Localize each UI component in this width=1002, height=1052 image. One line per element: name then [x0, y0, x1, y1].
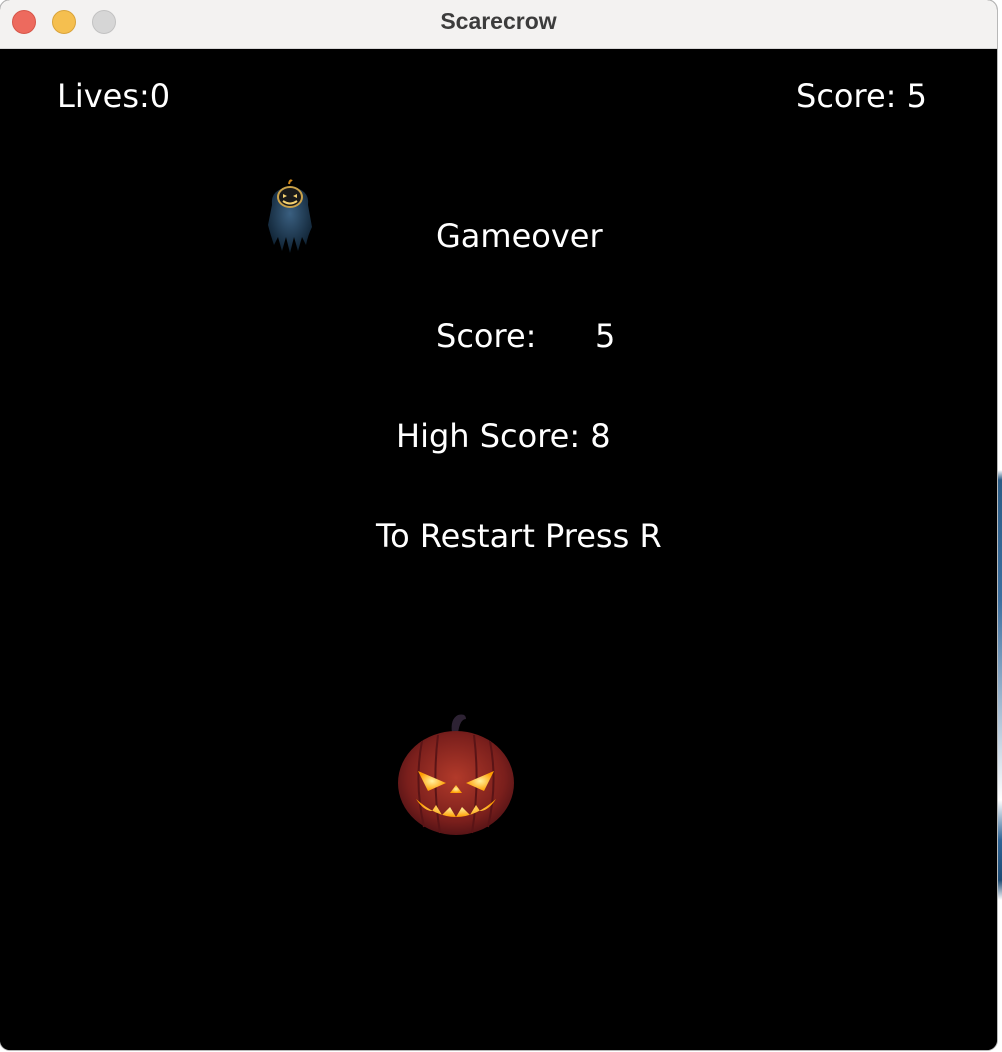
window-title: Scarecrow [440, 8, 557, 34]
score-value: 5 [906, 77, 927, 115]
high-score-label: High Score: [396, 417, 581, 455]
title-bar[interactable]: Scarecrow [0, 0, 997, 49]
game-canvas[interactable]: Lives:0 Score: 5 Gameover Score: 5 High … [0, 49, 997, 1050]
game-window: Scarecrow Lives:0 Score: 5 Gameover Scor… [0, 0, 997, 1050]
lives-display: Lives:0 [57, 76, 170, 116]
jack-o-lantern-icon [398, 714, 514, 835]
ghost-scarecrow-icon [268, 179, 312, 253]
lives-label: Lives: [57, 77, 150, 115]
restart-hint: To Restart Press R [376, 517, 662, 555]
high-score-value: 8 [590, 417, 611, 455]
final-score-value: 5 [595, 317, 616, 355]
final-score-label: Score: [436, 317, 537, 355]
high-score-display: High Score: 8 [396, 416, 611, 456]
score-display: Score: 5 [796, 76, 927, 116]
lives-value: 0 [149, 77, 171, 115]
score-label: Score: [796, 77, 897, 115]
gameover-title: Gameover [436, 217, 603, 255]
